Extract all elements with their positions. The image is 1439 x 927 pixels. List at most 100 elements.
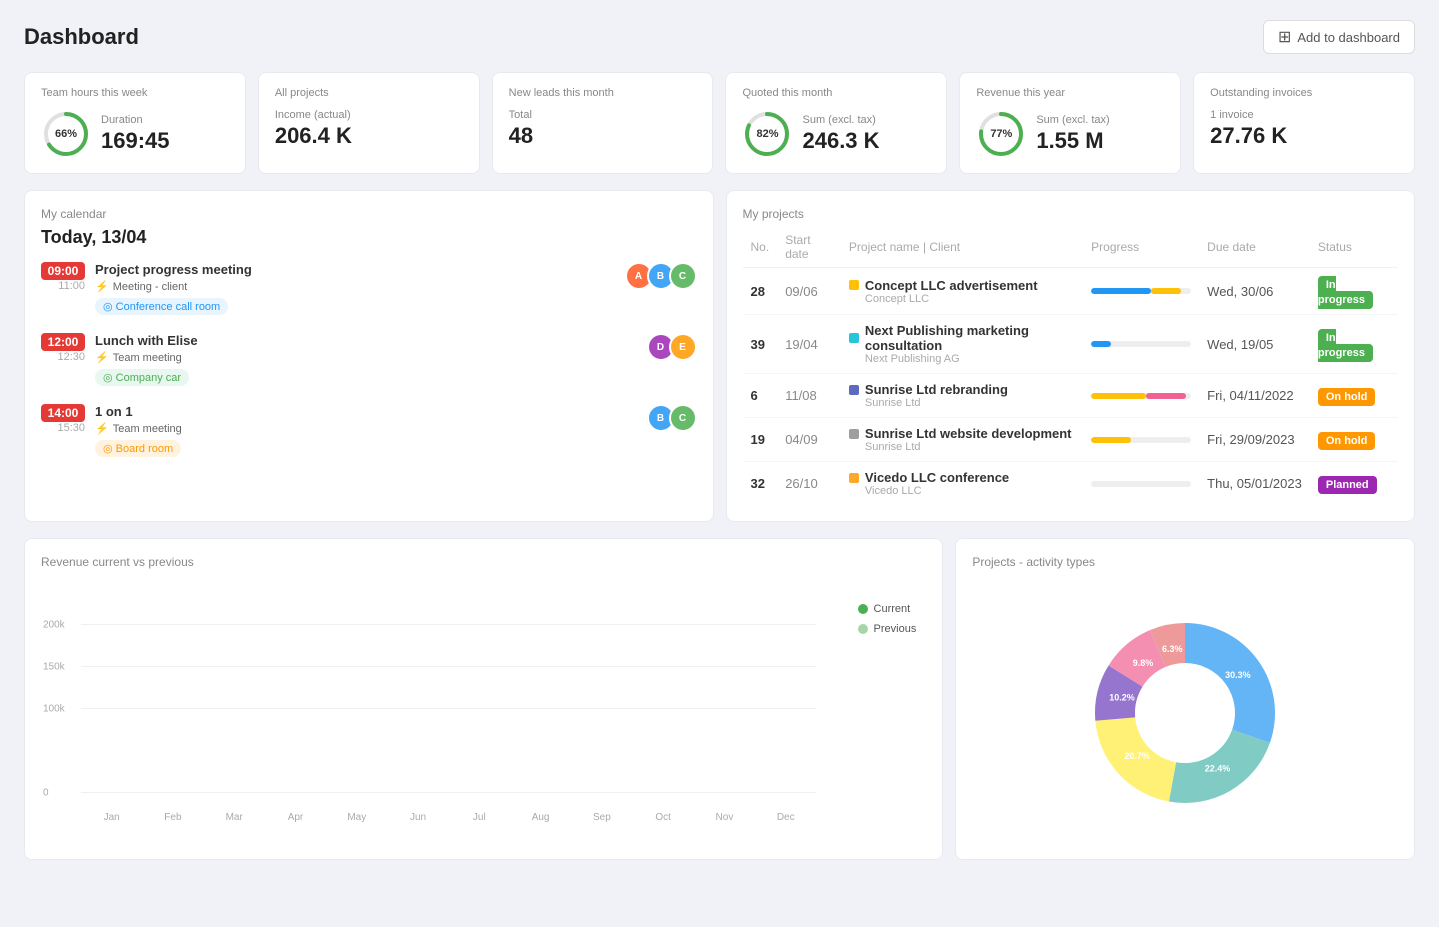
kpi-sub: Duration bbox=[101, 114, 170, 126]
proj-col-3: Progress bbox=[1083, 227, 1199, 268]
proj-name: Sunrise Ltd website development bbox=[865, 426, 1072, 441]
progress-fill-a bbox=[1091, 393, 1146, 399]
event-time-start: 09:00 bbox=[41, 262, 85, 280]
progress-fill-a bbox=[1091, 437, 1131, 443]
donut-chart-title: Projects - activity types bbox=[972, 555, 1398, 569]
proj-name-cell: Sunrise Ltd rebranding Sunrise Ltd bbox=[841, 374, 1083, 418]
proj-name: Next Publishing marketing consultation bbox=[865, 323, 1075, 353]
status-badge: In progress bbox=[1318, 276, 1373, 309]
kpi-sub: Sum (excl. tax) bbox=[802, 114, 879, 126]
kpi-value: 246.3 K bbox=[802, 128, 879, 154]
donut-segment bbox=[1185, 623, 1275, 743]
proj-status: On hold bbox=[1310, 374, 1398, 418]
proj-name-cell: Concept LLC advertisement Concept LLC bbox=[841, 268, 1083, 315]
avatar: C bbox=[669, 262, 697, 290]
progress-fill-a bbox=[1091, 341, 1111, 347]
status-badge: On hold bbox=[1318, 388, 1376, 406]
x-label: Sep bbox=[571, 812, 632, 823]
kpi-label: Outstanding invoices bbox=[1210, 87, 1398, 99]
proj-due: Fri, 29/09/2023 bbox=[1199, 418, 1310, 462]
calendar-date: Today, 13/04 bbox=[41, 227, 697, 248]
y-label: 0 bbox=[43, 788, 49, 799]
page-title: Dashboard bbox=[24, 24, 139, 50]
x-label: Nov bbox=[694, 812, 755, 823]
svg-text:10.2%: 10.2% bbox=[1109, 692, 1135, 702]
calendar-section-title: My calendar bbox=[41, 207, 697, 221]
x-label: Aug bbox=[510, 812, 571, 823]
proj-name-cell: Sunrise Ltd website development Sunrise … bbox=[841, 418, 1083, 462]
kpi-card-0: Team hours this week 66% Duration 169:45 bbox=[24, 72, 246, 174]
x-label: Dec bbox=[755, 812, 816, 823]
event-time-start: 12:00 bbox=[41, 333, 85, 351]
lightning-icon: ⚡ bbox=[95, 422, 109, 435]
status-badge: On hold bbox=[1318, 432, 1376, 450]
proj-status: In progress bbox=[1310, 268, 1398, 315]
proj-client: Vicedo LLC bbox=[865, 485, 1075, 497]
svg-text:20.7%: 20.7% bbox=[1124, 751, 1150, 761]
kpi-card-3: Quoted this month 82% Sum (excl. tax) 24… bbox=[725, 72, 947, 174]
proj-progress bbox=[1083, 418, 1199, 462]
kpi-sub: 1 invoice bbox=[1210, 109, 1287, 121]
proj-client: Sunrise Ltd bbox=[865, 397, 1075, 409]
event-avatars: BC bbox=[653, 404, 697, 432]
progress-fill-b bbox=[1151, 288, 1181, 294]
kpi-card-4: Revenue this year 77% Sum (excl. tax) 1.… bbox=[959, 72, 1181, 174]
donut-svg: 30.3%22.4%20.7%10.2%9.8%6.3% bbox=[1065, 593, 1305, 833]
event-title: Lunch with Elise bbox=[95, 333, 643, 348]
kpi-value: 169:45 bbox=[101, 128, 170, 154]
proj-name: Vicedo LLC conference bbox=[865, 470, 1009, 485]
proj-client: Sunrise Ltd bbox=[865, 441, 1075, 453]
event-meta: ⚡ Team meeting bbox=[95, 351, 643, 364]
bars-area bbox=[81, 583, 816, 793]
proj-no: 6 bbox=[743, 374, 778, 418]
projects-table: No.Start dateProject name | ClientProgre… bbox=[743, 227, 1399, 505]
event-location: ◎ Company car bbox=[95, 369, 189, 386]
event-time-end: 12:30 bbox=[41, 351, 85, 363]
event-avatars: DE bbox=[653, 333, 697, 361]
kpi-label: Team hours this week bbox=[41, 87, 229, 99]
proj-start: 11/08 bbox=[777, 374, 841, 418]
x-label: Mar bbox=[204, 812, 265, 823]
kpi-sub: Total bbox=[509, 109, 533, 121]
kpi-label: All projects bbox=[275, 87, 463, 99]
proj-progress bbox=[1083, 315, 1199, 374]
x-label: Jul bbox=[449, 812, 510, 823]
bar-grid: 200k 150k 100k 0 bbox=[81, 583, 816, 793]
proj-col-5: Status bbox=[1310, 227, 1398, 268]
kpi-value: 48 bbox=[509, 123, 533, 149]
event-title: 1 on 1 bbox=[95, 404, 643, 419]
x-label: Jun bbox=[387, 812, 448, 823]
x-label: Apr bbox=[265, 812, 326, 823]
svg-text:30.3%: 30.3% bbox=[1225, 670, 1251, 680]
kpi-label: Revenue this year bbox=[976, 87, 1164, 99]
event-avatars: ABC bbox=[631, 262, 697, 290]
proj-status: In progress bbox=[1310, 315, 1398, 374]
projects-section-title: My projects bbox=[743, 207, 1399, 221]
kpi-value: 206.4 K bbox=[275, 123, 352, 149]
lightning-icon: ⚡ bbox=[95, 280, 109, 293]
proj-progress bbox=[1083, 374, 1199, 418]
proj-start: 04/09 bbox=[777, 418, 841, 462]
table-row: 3226/10 Vicedo LLC conference Vicedo LLC… bbox=[743, 462, 1399, 506]
proj-start: 26/10 bbox=[777, 462, 841, 506]
plus-icon: ⊞ bbox=[1278, 27, 1291, 47]
y-label: 100k bbox=[43, 704, 65, 715]
x-label: Jan bbox=[81, 812, 142, 823]
add-to-dashboard-button[interactable]: ⊞ Add to dashboard bbox=[1263, 20, 1415, 54]
table-row: 1904/09 Sunrise Ltd website development … bbox=[743, 418, 1399, 462]
event-meta: ⚡ Meeting - client bbox=[95, 280, 621, 293]
proj-no: 32 bbox=[743, 462, 778, 506]
kpi-value: 1.55 M bbox=[1036, 128, 1109, 154]
kpi-sub: Income (actual) bbox=[275, 109, 352, 121]
proj-color-dot bbox=[849, 473, 859, 483]
x-label: Oct bbox=[633, 812, 694, 823]
proj-start: 19/04 bbox=[777, 315, 841, 374]
event-meta: ⚡ Team meeting bbox=[95, 422, 643, 435]
legend-label-previous: Previous bbox=[874, 623, 917, 635]
proj-status: Planned bbox=[1310, 462, 1398, 506]
proj-col-0: No. bbox=[743, 227, 778, 268]
proj-due: Wed, 19/05 bbox=[1199, 315, 1310, 374]
proj-progress bbox=[1083, 268, 1199, 315]
proj-color-dot bbox=[849, 385, 859, 395]
location-icon: ◎ bbox=[103, 443, 113, 455]
